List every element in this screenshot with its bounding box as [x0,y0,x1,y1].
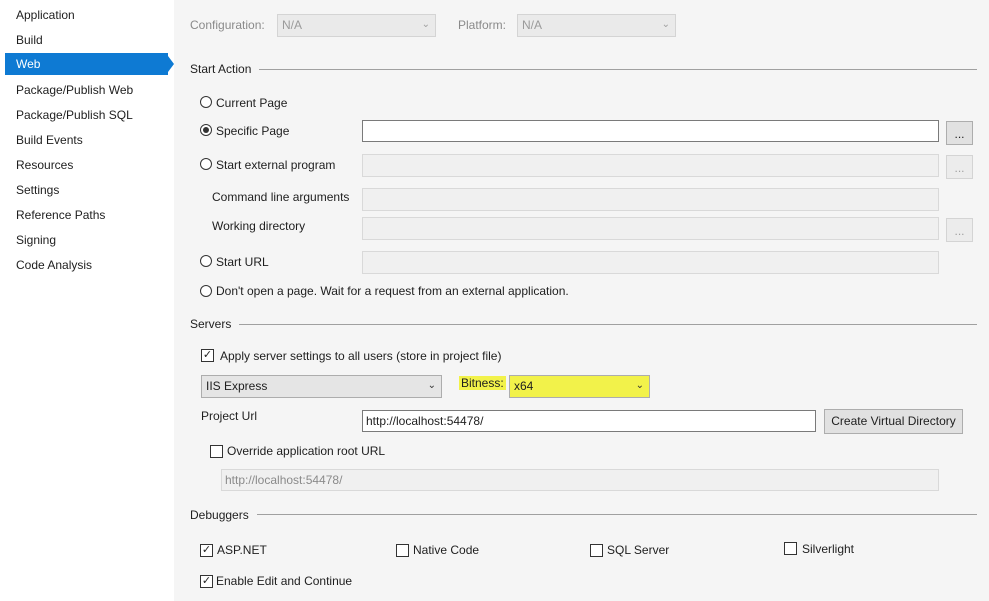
debuggers-divider [190,514,977,515]
start-url-label[interactable]: Start URL [216,255,269,269]
external-program-input[interactable] [362,154,939,177]
asp-net-label[interactable]: ASP.NET [217,543,267,557]
root-url-input[interactable]: http://localhost:54478/ [221,469,939,491]
chevron-down-icon: ⌄ [427,380,436,391]
debuggers-title: Debuggers [190,508,257,522]
start-url-input[interactable] [362,251,939,274]
sidebar-item-signing[interactable]: Signing [5,229,168,251]
server-dropdown[interactable]: IIS Express ⌄ [201,375,442,398]
command-line-arguments-label: Command line arguments [212,190,350,204]
silverlight-checkbox[interactable] [784,542,797,555]
sidebar-item-web[interactable]: Web [5,53,168,75]
external-program-browse-button[interactable]: ... [946,155,973,179]
sql-server-label[interactable]: SQL Server [607,543,669,557]
project-url-input[interactable]: http://localhost:54478/ [362,410,816,432]
web-properties-panel: Configuration: N/A ⌄ Platform: N/A ⌄ Sta… [174,0,989,601]
platform-value: N/A [522,18,543,32]
configuration-value: N/A [282,18,303,32]
edit-and-continue-label[interactable]: Enable Edit and Continue [216,574,352,588]
apply-server-settings-label[interactable]: Apply server settings to all users (stor… [220,349,501,363]
specific-page-browse-button[interactable]: ... [946,121,973,145]
sql-server-checkbox[interactable] [590,544,603,557]
dont-open-page-radio[interactable] [200,285,212,297]
sidebar-item-package-publish-web[interactable]: Package/Publish Web [5,79,168,101]
working-directory-browse-button[interactable]: ... [946,218,973,242]
chevron-down-icon: ⌄ [635,380,644,391]
platform-label: Platform: [458,18,507,32]
platform-dropdown[interactable]: N/A ⌄ [517,14,676,37]
configuration-dropdown[interactable]: N/A ⌄ [277,14,436,37]
sidebar-item-settings[interactable]: Settings [5,179,168,201]
sidebar-item-application[interactable]: Application [5,4,168,26]
specific-page-label[interactable]: Specific Page [216,124,289,138]
command-line-arguments-input[interactable] [362,188,939,211]
bitness-label: Bitness: [459,376,506,390]
chevron-down-icon: ⌄ [421,19,430,30]
native-code-checkbox[interactable] [396,544,409,557]
specific-page-radio[interactable] [200,124,212,136]
current-page-label[interactable]: Current Page [216,96,287,110]
sidebar-item-package-publish-sql[interactable]: Package/Publish SQL [5,104,168,126]
project-properties-sidebar: Application Build Web Package/Publish We… [0,0,174,601]
servers-title: Servers [190,317,240,331]
asp-net-checkbox[interactable]: ✓ [200,544,213,557]
sidebar-item-build[interactable]: Build [5,29,168,51]
edit-and-continue-checkbox[interactable]: ✓ [200,575,213,588]
sidebar-item-build-events[interactable]: Build Events [5,129,168,151]
start-action-divider [190,69,977,70]
working-directory-input[interactable] [362,217,939,240]
start-url-radio[interactable] [200,255,212,267]
bitness-dropdown[interactable]: x64 ⌄ [509,375,650,398]
chevron-down-icon: ⌄ [661,19,670,30]
start-external-program-label[interactable]: Start external program [216,158,335,172]
override-root-url-checkbox[interactable] [210,445,223,458]
servers-divider [190,324,977,325]
working-directory-label: Working directory [212,219,306,233]
start-action-title: Start Action [190,62,260,76]
create-virtual-directory-button[interactable]: Create Virtual Directory [824,409,963,434]
apply-server-settings-checkbox[interactable]: ✓ [201,349,214,362]
project-url-label: Project Url [201,409,258,423]
configuration-label: Configuration: [190,18,265,32]
sidebar-item-resources[interactable]: Resources [5,154,168,176]
start-external-program-radio[interactable] [200,158,212,170]
silverlight-label[interactable]: Silverlight [802,542,854,556]
server-value: IIS Express [206,379,268,393]
bitness-value: x64 [514,379,534,393]
specific-page-input[interactable] [362,120,939,142]
sidebar-item-reference-paths[interactable]: Reference Paths [5,204,168,226]
override-root-url-label[interactable]: Override application root URL [227,444,385,458]
sidebar-item-code-analysis[interactable]: Code Analysis [5,254,168,276]
native-code-label[interactable]: Native Code [413,543,479,557]
current-page-radio[interactable] [200,96,212,108]
dont-open-page-label[interactable]: Don't open a page. Wait for a request fr… [216,284,569,298]
